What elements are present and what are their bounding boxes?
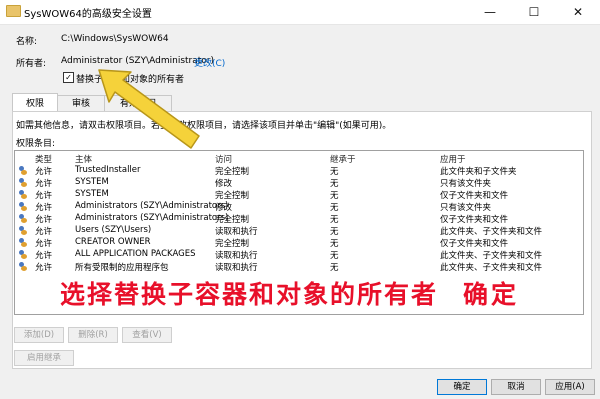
- table-row[interactable]: 允许 SYSTEM 完全控制无仅子文件夹和文件: [15, 189, 583, 201]
- maximize-button[interactable]: ☐: [512, 0, 556, 24]
- user-icon: [18, 190, 28, 199]
- table-row[interactable]: 允许 所有受限制的应用程序包 读取和执行无此文件夹、子文件夹和文件: [15, 261, 583, 273]
- remove-button[interactable]: 删除(R): [68, 327, 118, 343]
- col-inherited[interactable]: 继承于: [330, 153, 356, 165]
- arrow-icon: [98, 69, 200, 149]
- apply-button[interactable]: 应用(A): [545, 379, 595, 395]
- user-icon: [18, 178, 28, 187]
- replace-owner-checkbox[interactable]: ✓: [63, 72, 74, 83]
- title-bar: SysWOW64的高级安全设置 — ☐ ✕: [0, 0, 600, 25]
- owner-label: 所有者:: [16, 59, 47, 69]
- col-type[interactable]: 类型: [35, 153, 52, 165]
- col-access[interactable]: 访问: [215, 153, 232, 165]
- ok-button[interactable]: 确定: [437, 379, 487, 395]
- table-row[interactable]: 允许 Users (SZY\Users) 读取和执行无此文件夹、子文件夹和文件: [15, 225, 583, 237]
- user-icon: [18, 238, 28, 247]
- user-icon: [18, 214, 28, 223]
- col-principal[interactable]: 主体: [75, 153, 92, 165]
- user-icon: [18, 202, 28, 211]
- annotation-confirm: 确定: [463, 280, 520, 309]
- package-icon: [18, 262, 28, 271]
- window-title: SysWOW64的高级安全设置: [24, 9, 152, 20]
- table-row[interactable]: 允许 SYSTEM 修改无只有该文件夹: [15, 177, 583, 189]
- col-applies[interactable]: 应用于: [440, 153, 466, 165]
- table-row[interactable]: 允许 Administrators (SZY\Administrators) 完全控…: [15, 213, 583, 225]
- tab-permissions[interactable]: 权限: [12, 93, 58, 113]
- owner-value: Administrator (SZY\Administrator): [61, 56, 214, 66]
- view-button[interactable]: 查看(V): [122, 327, 172, 343]
- cancel-button[interactable]: 取消: [491, 379, 541, 395]
- folder-icon: [6, 5, 21, 17]
- name-label: 名称:: [16, 37, 38, 47]
- add-button[interactable]: 添加(D): [14, 327, 64, 343]
- package-icon: [18, 250, 28, 259]
- annotation-instruction: 选择替换子容器和对象的所有者: [60, 280, 439, 309]
- table-row[interactable]: 允许 ALL APPLICATION PACKAGES 读取和执行无此文件夹、子文件…: [15, 249, 583, 261]
- enable-inheritance-button[interactable]: 启用继承: [14, 350, 74, 366]
- table-row[interactable]: 允许 TrustedInstaller 完全控制无此文件夹和子文件夹: [15, 165, 583, 177]
- table-row[interactable]: 允许 CREATOR OWNER 完全控制无仅子文件夹和文件: [15, 237, 583, 249]
- entries-label: 权限条目:: [16, 139, 56, 149]
- minimize-button[interactable]: —: [468, 0, 512, 24]
- user-icon: [18, 226, 28, 235]
- name-value: C:\Windows\SysWOW64: [61, 34, 169, 44]
- close-button[interactable]: ✕: [556, 0, 600, 24]
- user-icon: [18, 166, 28, 175]
- table-row[interactable]: 允许 Administrators (SZY\Administrators) 修改无…: [15, 201, 583, 213]
